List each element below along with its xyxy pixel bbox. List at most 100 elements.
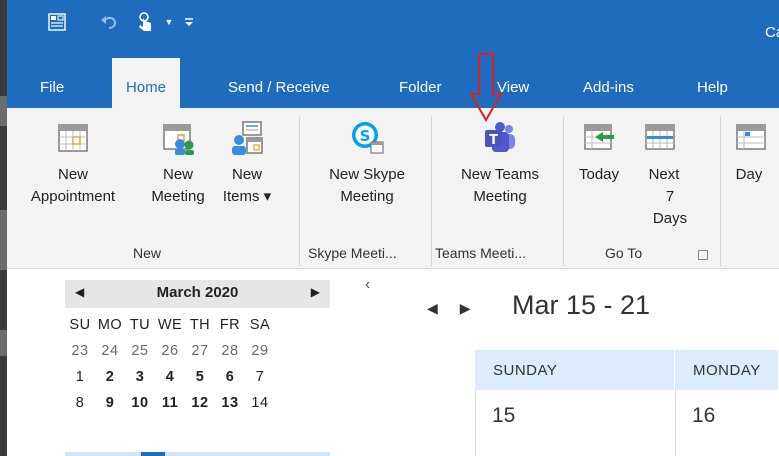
window-left-edge — [0, 0, 7, 456]
day-cell[interactable]: 4 — [155, 369, 185, 385]
new-skype-meeting-line1: New Skype — [329, 166, 405, 183]
day-cell[interactable]: 26 — [155, 343, 185, 359]
day-cell[interactable]: 27 — [185, 343, 215, 359]
day-cell[interactable]: 25 — [125, 343, 155, 359]
ribbon-icon[interactable] — [45, 10, 69, 34]
new-items-line2: Items ▾ — [222, 188, 272, 205]
new-meeting-button[interactable]: New Meeting — [145, 120, 211, 208]
edge-segment — [0, 210, 7, 270]
group-separator — [720, 116, 721, 266]
undo-icon[interactable] — [97, 10, 121, 34]
weekday-label: WE — [157, 317, 183, 333]
mini-calendar-title: March 2020 — [156, 284, 239, 301]
day-view-button[interactable]: Day — [727, 120, 771, 186]
new-meeting-line2: Meeting — [151, 188, 205, 205]
new-appointment-button[interactable]: New Appointment — [14, 120, 132, 208]
new-teams-meeting-line1: New Teams — [460, 166, 540, 183]
tab-file[interactable]: File — [40, 70, 64, 108]
day-cell-monday[interactable]: 16 — [675, 390, 779, 456]
window-title: Cal — [765, 24, 779, 41]
group-label-skype: Skype Meeti... — [308, 245, 397, 261]
group-separator — [563, 116, 564, 266]
day-cell[interactable]: 5 — [185, 369, 215, 385]
day-view-icon — [736, 124, 766, 150]
teams-icon: T — [485, 122, 515, 152]
day-cell[interactable]: 29 — [245, 343, 275, 359]
weekday-label: SA — [249, 317, 271, 333]
day-cell[interactable]: 12 — [185, 395, 215, 411]
tab-home[interactable]: Home — [112, 58, 181, 108]
skype-icon: S — [352, 122, 384, 154]
next-month-icon[interactable]: ▶ — [311, 285, 320, 299]
day-cell[interactable]: 3 — [125, 369, 155, 385]
week-row: 8 9 10 11 12 13 14 — [65, 390, 330, 416]
day-name: MONDAY — [693, 362, 761, 379]
day-cell[interactable]: 10 — [125, 395, 155, 411]
tab-folder[interactable]: Folder — [399, 70, 442, 108]
day-cell[interactable]: 2 — [95, 369, 125, 385]
weekday-label: TH — [189, 317, 211, 333]
group-separator — [431, 116, 432, 266]
edge-segment — [0, 96, 7, 126]
new-appointment-line1: New — [57, 166, 88, 183]
new-items-icon — [232, 121, 263, 155]
next-week-icon[interactable]: ▶ — [460, 300, 471, 317]
new-skype-meeting-line2: Meeting — [340, 188, 394, 205]
day-cell-sunday[interactable]: 15 — [475, 390, 675, 456]
week-row: 1 2 3 4 5 6 7 — [65, 364, 330, 390]
day-header-monday: MONDAY — [675, 350, 779, 390]
ribbon-tabs: File Home Send / Receive Folder View Add… — [7, 58, 779, 108]
day-cell[interactable]: 6 — [215, 369, 245, 385]
group-separator — [299, 116, 300, 266]
new-appointment-line2: Appointment — [30, 188, 116, 205]
day-cell[interactable]: 23 — [65, 343, 95, 359]
weekday-label: TU — [129, 317, 151, 333]
previous-week-icon[interactable]: ◀ — [427, 300, 438, 317]
tab-help[interactable]: Help — [697, 70, 728, 108]
day-cell[interactable]: 7 — [245, 369, 275, 385]
collapse-pane-icon[interactable]: ‹ — [365, 276, 370, 294]
new-meeting-line1: New — [162, 166, 193, 183]
customize-icon[interactable] — [177, 10, 201, 34]
day-date: 15 — [492, 404, 516, 427]
today-label: Today — [578, 166, 620, 183]
tab-send-receive[interactable]: Send / Receive — [228, 70, 330, 108]
tab-add-ins[interactable]: Add-ins — [583, 70, 634, 108]
next-7-days-line2: 7 Days — [652, 188, 688, 227]
touch-mode-icon[interactable] — [133, 10, 157, 34]
day-cell[interactable]: 1 — [65, 369, 95, 385]
day-date: 16 — [692, 404, 716, 427]
day-cell[interactable]: 13 — [215, 395, 245, 411]
day-cell[interactable]: 11 — [155, 395, 185, 411]
day-header-sunday: SUNDAY — [475, 350, 675, 390]
day-cell[interactable]: 8 — [65, 395, 95, 411]
group-label-teams: Teams Meeti... — [435, 245, 527, 261]
selected-week-highlight — [65, 452, 330, 456]
next-7-days-line1: Next — [648, 166, 680, 183]
day-cell[interactable]: 14 — [245, 395, 275, 411]
calendar-content: ‹ ◀ March 2020 ▶ SU MO TU WE TH FR SA 23… — [7, 270, 779, 456]
next-7-days-button[interactable]: Next 7 Days — [629, 120, 691, 230]
today-marker — [141, 452, 165, 456]
dialog-launcher-icon[interactable] — [698, 250, 708, 260]
day-view-label: Day — [735, 166, 763, 183]
edge-segment — [0, 330, 7, 356]
new-teams-meeting-button[interactable]: T New Teams Meeting — [435, 120, 565, 208]
annotation-arrow-icon — [469, 53, 503, 123]
mini-calendar-header: ◀ March 2020 ▶ — [65, 280, 330, 308]
day-cell[interactable]: 9 — [95, 395, 125, 411]
new-teams-meeting-line2: Meeting — [473, 188, 527, 205]
weekday-row: SU MO TU WE TH FR SA — [65, 312, 330, 338]
day-cell[interactable]: 28 — [215, 343, 245, 359]
group-label-new: New — [133, 245, 162, 261]
new-skype-meeting-button[interactable]: S New Skype Meeting — [305, 120, 429, 208]
ribbon: New Appointment New Meeting New Items ▾ … — [7, 108, 779, 269]
group-label-go-to: Go To — [605, 245, 643, 261]
week-grid: SUNDAY MONDAY 15 16 — [475, 350, 779, 456]
weekday-label: FR — [219, 317, 241, 333]
new-items-button[interactable]: New Items ▾ — [215, 120, 279, 208]
today-button[interactable]: Today — [575, 120, 623, 186]
mini-calendar: ◀ March 2020 ▶ SU MO TU WE TH FR SA 23 2… — [65, 280, 330, 456]
calendar-nav: ◀ ▶ — [427, 300, 471, 317]
day-cell[interactable]: 24 — [95, 343, 125, 359]
